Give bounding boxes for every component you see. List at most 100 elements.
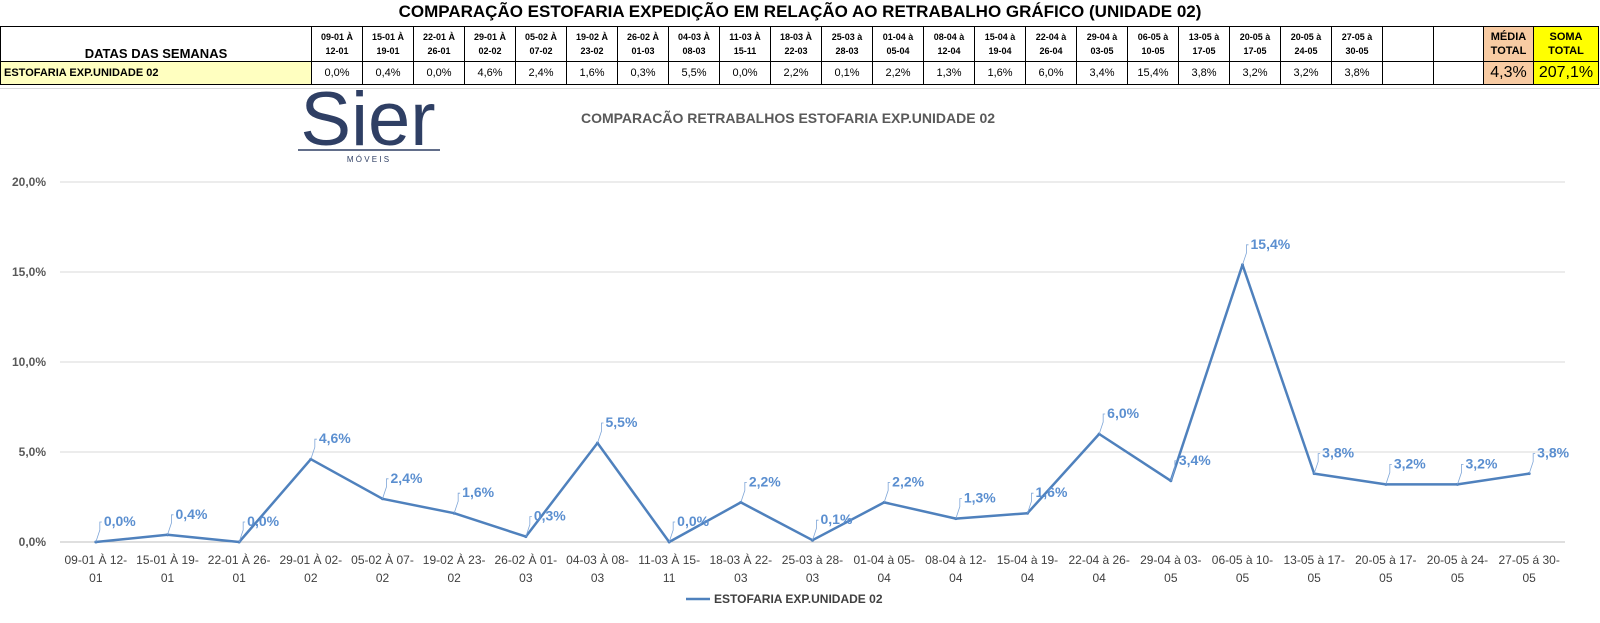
week-header-19: 20-05 à 17-05: [1229, 26, 1281, 62]
soma-total-header-line: SOMA: [1549, 31, 1583, 43]
week-header-13: 08-04 à 12-04: [923, 26, 975, 62]
week-header-row: DATAS DAS SEMANAS 09-01 À 12-01 15-01 À 19-…: [0, 26, 1599, 62]
week-start: 05-02 À: [524, 32, 558, 42]
x-tick-label-line2: 04: [877, 571, 891, 585]
empty-cell: [1433, 26, 1484, 62]
x-tick-label: 27-05 á 30-: [1498, 553, 1559, 567]
data-label: 3,4%: [1179, 452, 1211, 468]
x-tick-label-line2: 01: [89, 571, 103, 585]
week-value-19: 3,2%: [1229, 61, 1281, 85]
data-label: 0,0%: [104, 513, 136, 529]
x-tick-label: 04-03 À 08-: [566, 552, 629, 567]
week-value-21: 3,8%: [1331, 61, 1383, 85]
data-label: 0,3%: [534, 508, 566, 524]
week-end: 19-04: [988, 46, 1012, 56]
week-value-1: 0,0%: [311, 61, 363, 85]
week-end: 10-05: [1141, 46, 1165, 56]
week-value-5: 2,4%: [515, 61, 567, 85]
week-start: 26-02 À: [626, 32, 660, 42]
label-leader: [382, 478, 389, 499]
x-tick-label: 20-05 à 24-: [1427, 553, 1488, 567]
label-leader: [1528, 453, 1536, 474]
chart-area: Sier M Ó V E I S COMPARACÃO RETRABALHOS …: [0, 77, 1600, 618]
x-tick-label-line2: 05: [1522, 571, 1536, 585]
x-tick-label: 26-02 À 01-: [494, 552, 557, 567]
week-end: 26-04: [1039, 46, 1063, 56]
week-header-18: 13-05 à 17-05: [1178, 26, 1230, 62]
week-start: 27-05 à: [1341, 32, 1373, 42]
week-header-7: 26-02 À 01-03: [617, 26, 669, 62]
soma-total-value: 207,1%: [1533, 61, 1599, 85]
x-tick-label-line2: 04: [949, 571, 963, 585]
week-header-2: 15-01 À 19-01: [362, 26, 414, 62]
data-label: 15,4%: [1251, 236, 1291, 252]
series-group: 0,0% 0,4% 0,0% 4,6% 2,4% 1,6% 0,3% 5,5% 0,0% 2,2%…: [94, 236, 1570, 544]
x-tick-label: 09-01 À 12-: [64, 552, 127, 567]
label-leader: [883, 481, 891, 503]
week-end: 28-03: [835, 46, 859, 56]
x-tick-label-line2: 04: [1092, 571, 1106, 585]
week-start: 25-03 à: [831, 32, 863, 42]
week-header-1: 09-01 À 12-01: [311, 26, 363, 62]
x-tick-label: 20-05 à 17-: [1355, 553, 1416, 567]
week-header-15: 22-04 à 26-04: [1025, 26, 1077, 62]
x-tick-label-line2: 03: [591, 571, 605, 585]
x-tick-label-line2: 03: [519, 571, 533, 585]
x-tick-label: 15-04 à 19-: [997, 553, 1058, 567]
x-tick-label-line2: 05: [1451, 571, 1465, 585]
week-end: 01-03: [631, 46, 655, 56]
week-value-4: 4,6%: [464, 61, 516, 85]
week-end: 26-01: [427, 46, 451, 56]
soma-total-header: SOMA TOTAL: [1533, 26, 1599, 62]
week-header-11: 25-03 à 28-03: [821, 26, 873, 62]
y-tick-label: 5,0%: [19, 445, 47, 459]
empty-cell: [1382, 26, 1434, 62]
empty-cell: [1382, 61, 1434, 85]
week-header-12: 01-04 à 05-04: [872, 26, 924, 62]
data-label: 1,6%: [1036, 484, 1068, 500]
label-leader: [95, 521, 102, 543]
x-tick-label: 05-02 À 07-: [351, 552, 414, 567]
x-tick-label: 19-02 À 23-: [423, 552, 486, 567]
empty-cell: [1433, 61, 1484, 85]
label-leader: [1242, 244, 1249, 265]
data-label: 5,5%: [606, 414, 638, 430]
week-start: 20-05 à: [1239, 32, 1271, 42]
week-value-3: 0,0%: [413, 61, 465, 85]
series-line: [95, 263, 1530, 544]
x-tick-label-line2: 03: [734, 571, 748, 585]
week-start: 29-04 à: [1086, 32, 1118, 42]
logo-text: Sier: [300, 89, 435, 162]
y-tick-label: 10,0%: [12, 355, 46, 369]
week-header-9: 11-03 À 15-11: [719, 26, 771, 62]
data-label: 3,8%: [1537, 445, 1569, 461]
week-header-8: 04-03 À 08-03: [668, 26, 720, 62]
data-label: 3,8%: [1322, 445, 1354, 461]
week-header-10: 18-03 À 22-03: [770, 26, 822, 62]
data-label: 3,2%: [1394, 455, 1426, 471]
week-start: 08-04 à: [933, 32, 965, 42]
week-end: 15-11: [733, 46, 757, 56]
label-leader: [955, 498, 962, 519]
week-value-12: 2,2%: [872, 61, 924, 85]
label-leader: [740, 481, 747, 503]
x-tick-label: 29-01 À 02-: [279, 552, 342, 567]
summary-table: DATAS DAS SEMANAS 09-01 À 12-01 15-01 À 19-…: [0, 26, 1599, 85]
week-start: 11-03 À: [729, 32, 761, 42]
report-title: COMPARAÇÃO ESTOFARIA EXPEDIÇÃO EM RELAÇÃ…: [398, 2, 1202, 21]
x-tick-label-line2: 02: [376, 571, 390, 585]
week-start: 18-03 À: [779, 32, 813, 42]
week-header-17: 06-05 à 10-05: [1127, 26, 1179, 62]
label-leader: [310, 438, 317, 460]
week-end: 12-01: [325, 46, 349, 56]
x-tick-label-line2: 05: [1236, 571, 1250, 585]
data-label: 2,2%: [892, 473, 924, 489]
week-end: 02-02: [478, 46, 502, 56]
soma-total-header-line: TOTAL: [1548, 45, 1584, 57]
week-start: 04-03 À: [677, 32, 711, 42]
week-header-16: 29-04 à 03-05: [1076, 26, 1128, 62]
data-label: 0,4%: [176, 506, 208, 522]
x-tick-label-line2: 05: [1164, 571, 1178, 585]
chart-title: COMPARACÃO RETRABALHOS ESTOFARIA EXP.UNI…: [581, 109, 995, 126]
label-leader: [453, 492, 461, 514]
